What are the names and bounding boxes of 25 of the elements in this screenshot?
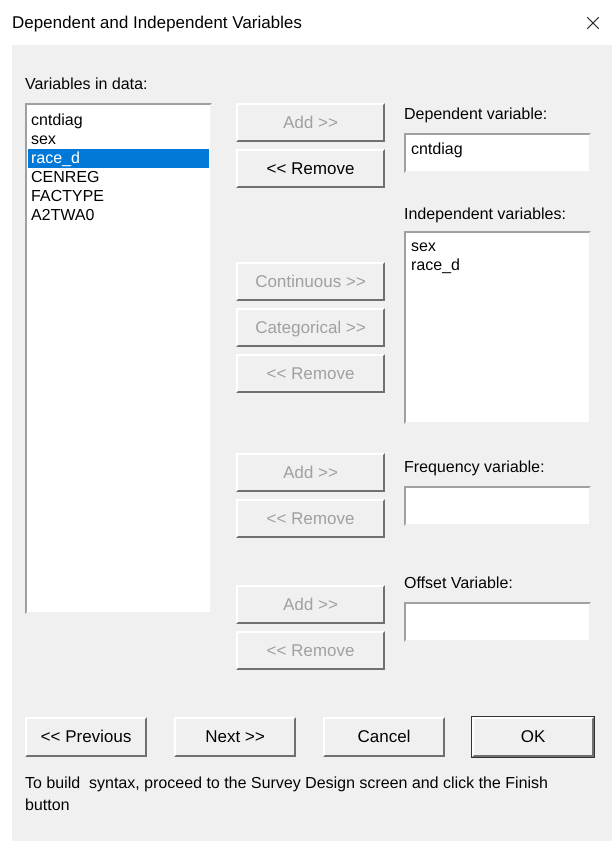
window-title: Dependent and Independent Variables [12, 12, 302, 34]
list-item[interactable]: A2TWA0 [28, 206, 209, 225]
list-item[interactable]: CENREG [28, 168, 209, 187]
footer-button[interactable]: Next >> [174, 717, 296, 757]
field-label: Independent variables: [404, 205, 566, 225]
list-item[interactable]: sex [411, 237, 436, 256]
field-label: Offset Variable: [404, 574, 513, 594]
list-item[interactable]: FACTYPE [28, 187, 209, 206]
list-item[interactable]: sex [28, 130, 209, 149]
footer-button[interactable]: << Previous [25, 717, 147, 757]
field-label: Dependent variable: [404, 105, 548, 125]
variables-list[interactable]: cntdiag sex race_d CENREG FACTYPE A2TWA0 [25, 103, 212, 614]
footer-button[interactable]: Cancel [323, 717, 445, 757]
field-label: Frequency variable: [404, 458, 545, 478]
variables-label: Variables in data: [25, 75, 148, 95]
footer-button[interactable]: OK [472, 717, 594, 757]
list-item[interactable]: race_d [28, 149, 209, 168]
list-item[interactable]: race_d [411, 256, 460, 275]
instruction-text: To build syntax, proceed to the Survey Design screen and click the Finish button [25, 774, 549, 816]
list-item[interactable]: cntdiag [28, 111, 209, 130]
list-box[interactable]: sex race_d [404, 231, 591, 424]
action-button[interactable]: << Remove [236, 149, 385, 188]
input-field[interactable]: cntdiag [404, 133, 591, 173]
input-field[interactable] [404, 486, 591, 526]
input-field[interactable] [404, 602, 591, 642]
